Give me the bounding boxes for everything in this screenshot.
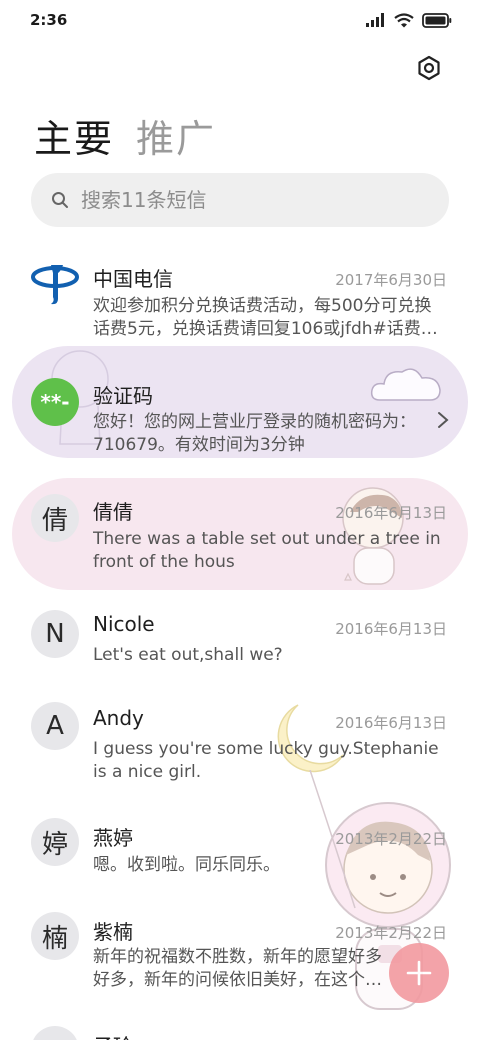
conversation-snippet: There was a table set out under a tree i… (93, 529, 441, 572)
battery-icon (422, 12, 452, 28)
contact-avatar: 倩 (31, 494, 79, 542)
conversation-item-nicole[interactable]: N Nicole 2016年6月13日 Let's eat out,shall … (0, 606, 480, 694)
conversation-snippet: I guess you're some lucky guy.Stephanie … (93, 739, 439, 782)
avatar-label: 婷 (41, 829, 68, 860)
conversation-name: Andy (93, 706, 144, 730)
conversation-snippet: 新年的祝福数不胜数，新年的愿望好多好多，新年的问候依旧美好，在这个温馨的时刻 (93, 947, 382, 990)
new-message-button[interactable] (389, 943, 449, 1003)
plus-icon (406, 960, 432, 986)
search-icon (52, 192, 68, 208)
chevron-right-icon (438, 412, 449, 428)
conversation-snippet: Let's eat out,shall we? (93, 645, 283, 665)
avatar-label: N (45, 619, 65, 649)
conversation-name: 燕婷 (93, 826, 133, 850)
tab-primary[interactable]: 主要 (34, 108, 114, 163)
contact-avatar (31, 1026, 79, 1040)
avatar-label: **- (40, 390, 70, 414)
conversation-date: 2016年6月13日 (335, 714, 447, 732)
contact-avatar: N (31, 610, 79, 658)
conversation-item-china-telecom[interactable]: 中国电信 2017年6月30日 欢迎参加积分兑换话费活动，每500分可兑换话费5… (0, 246, 480, 346)
conversation-item-andy[interactable]: A Andy 2016年6月13日 I guess you're some lu… (0, 702, 480, 802)
search-bar[interactable] (31, 173, 449, 227)
china-telecom-logo (31, 259, 79, 307)
conversation-name: 倩倩 (93, 500, 133, 524)
status-bar: 2:36 (0, 0, 480, 40)
conversation-item-verification-code[interactable]: **- 验证码 您好！您的网上营业厅登录的随机密码为：710679。有效时间为3… (0, 346, 480, 458)
conversation-name: 紫楠 (93, 920, 133, 944)
signal-icon (366, 13, 384, 27)
conversation-date: 2017年6月30日 (335, 271, 447, 289)
gear-icon (418, 55, 440, 81)
avatar-label: 倩 (41, 505, 68, 536)
conversation-snippet: 嗯。收到啦。同乐同乐。 (93, 855, 280, 875)
conversation-item-qianqian[interactable]: 倩 倩倩 2016年6月13日 There was a table set ou… (0, 478, 480, 590)
conversation-item-yanting[interactable]: 婷 燕婷 2013年2月22日 嗯。收到啦。同乐同乐。 (0, 818, 480, 898)
contact-avatar: A (31, 702, 79, 750)
settings-button[interactable] (414, 53, 444, 83)
contact-avatar: 楠 (31, 912, 79, 960)
conversation-date: 2013年2月22日 (335, 830, 447, 848)
conversation-snippet: 您好！您的网上营业厅登录的随机密码为：710679。有效时间为3分钟 (93, 412, 416, 455)
verification-avatar: **- (31, 378, 79, 426)
avatar-label: 楠 (41, 923, 68, 954)
conversation-date: 2016年6月13日 (335, 504, 447, 522)
search-input[interactable] (81, 188, 411, 212)
conversation-date: 2013年2月22日 (335, 924, 447, 942)
conversation-name: 子玲 (93, 1030, 133, 1040)
conversation-name: Nicole (93, 612, 155, 636)
telecom-logo-icon (31, 265, 79, 305)
conversation-snippet: 欢迎参加积分兑换话费活动，每500分可兑换话费5元，兑换话费请回复106或jfd… (93, 296, 438, 339)
conversation-name: 验证码 (93, 384, 153, 408)
conversation-date: 2016年6月13日 (335, 620, 447, 638)
contact-avatar: 婷 (31, 818, 79, 866)
status-time: 2:36 (30, 11, 68, 29)
wifi-icon (394, 12, 414, 27)
category-tabs: 主要 推广 (34, 108, 216, 163)
conversation-name: 中国电信 (93, 267, 173, 291)
status-icons (366, 12, 452, 28)
conversation-item-ziling[interactable]: 子玲 (0, 1026, 480, 1040)
tab-promotions[interactable]: 推广 (136, 108, 216, 163)
avatar-label: A (46, 711, 64, 741)
